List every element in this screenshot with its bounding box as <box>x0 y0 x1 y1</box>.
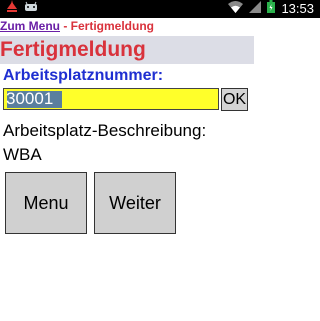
status-bar: 13:53 <box>0 0 320 18</box>
next-button[interactable]: Weiter <box>94 172 176 234</box>
workplace-number-label: Arbeitsplatznummer: <box>3 67 164 84</box>
menu-button[interactable]: Menu <box>5 172 87 234</box>
workplace-number-field-container <box>3 88 219 110</box>
status-time: 13:53 <box>281 1 314 16</box>
status-bar-notifications <box>6 0 38 18</box>
workplace-number-input[interactable] <box>4 89 218 109</box>
breadcrumb-separator: - <box>60 19 71 33</box>
back-to-menu-link[interactable]: Zum Menu <box>0 19 60 33</box>
workplace-description-label: Arbeitsplatz-Beschreibung: <box>3 121 207 140</box>
breadcrumb-current: Fertigmeldung <box>70 19 155 33</box>
alert-icon <box>6 0 18 18</box>
signal-icon <box>249 0 262 18</box>
status-bar-system: 13:53 <box>228 0 314 18</box>
android-debug-icon <box>24 0 38 18</box>
ok-button[interactable]: OK <box>221 88 248 111</box>
wifi-icon <box>228 0 244 18</box>
breadcrumb: Zum Menu - Fertigmeldung <box>0 18 320 34</box>
workplace-description-value: WBA <box>3 145 42 164</box>
page-title: Fertigmeldung <box>0 38 146 61</box>
battery-icon <box>267 0 276 18</box>
